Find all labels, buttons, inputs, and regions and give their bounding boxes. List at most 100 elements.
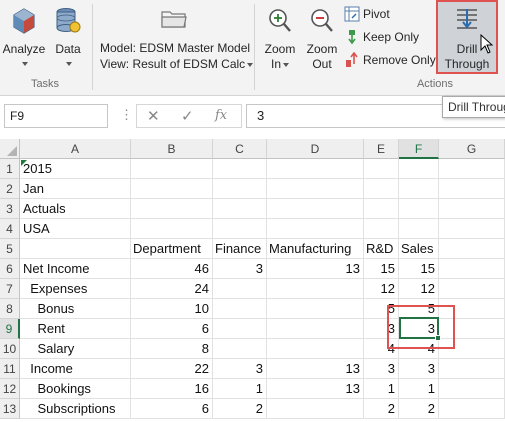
analyze-button[interactable]: Analyze [2, 4, 46, 72]
cell-a11[interactable]: Income [20, 359, 131, 379]
cell-e4[interactable] [364, 219, 399, 239]
cell-f12[interactable]: 1 [399, 379, 439, 399]
cell-a7[interactable]: Expenses [20, 279, 131, 299]
cell-c9[interactable] [213, 319, 267, 339]
cell-e2[interactable] [364, 179, 399, 199]
column-header-e[interactable]: E [364, 139, 399, 159]
cell-e5[interactable]: R&D [364, 239, 399, 259]
cell-g5[interactable] [439, 239, 505, 259]
keep-only-button[interactable]: Keep Only [344, 30, 419, 48]
cancel-icon[interactable]: ✕ [147, 107, 160, 125]
row-header-7[interactable]: 7 [0, 279, 20, 299]
cell-a6[interactable]: Net Income [20, 259, 131, 279]
cell-b3[interactable] [131, 199, 213, 219]
row-header-8[interactable]: 8 [0, 299, 20, 319]
cell-b6[interactable]: 46 [131, 259, 213, 279]
cell-g12[interactable] [439, 379, 505, 399]
cell-a2[interactable]: Jan [20, 179, 131, 199]
cell-b11[interactable]: 22 [131, 359, 213, 379]
cell-c11[interactable]: 3 [213, 359, 267, 379]
cell-g11[interactable] [439, 359, 505, 379]
select-all-corner[interactable] [0, 139, 20, 159]
cell-b1[interactable] [131, 159, 213, 179]
cell-g6[interactable] [439, 259, 505, 279]
cell-f1[interactable] [399, 159, 439, 179]
column-header-d[interactable]: D [267, 139, 364, 159]
cell-g2[interactable] [439, 179, 505, 199]
cell-b12[interactable]: 16 [131, 379, 213, 399]
cell-f4[interactable] [399, 219, 439, 239]
cell-a5[interactable] [20, 239, 131, 259]
cell-a4[interactable]: USA [20, 219, 131, 239]
cell-f2[interactable] [399, 179, 439, 199]
column-header-f[interactable]: F [399, 139, 439, 159]
cell-e3[interactable] [364, 199, 399, 219]
view-selector[interactable]: View: Result of EDSM Calc [100, 57, 254, 71]
cell-f5[interactable]: Sales [399, 239, 439, 259]
zoom-in-button[interactable]: Zoom In [260, 4, 300, 74]
cell-d11[interactable]: 13 [267, 359, 364, 379]
cell-e11[interactable]: 3 [364, 359, 399, 379]
cell-b2[interactable] [131, 179, 213, 199]
cell-d13[interactable] [267, 399, 364, 419]
cell-c10[interactable] [213, 339, 267, 359]
remove-only-button[interactable]: Remove Only [344, 51, 436, 71]
fill-handle[interactable] [435, 335, 441, 341]
cell-c12[interactable]: 1 [213, 379, 267, 399]
cell-d3[interactable] [267, 199, 364, 219]
row-header-11[interactable]: 11 [0, 359, 20, 379]
cell-b4[interactable] [131, 219, 213, 239]
pivot-button[interactable]: Pivot [344, 6, 390, 25]
cell-c7[interactable] [213, 279, 267, 299]
cell-g1[interactable] [439, 159, 505, 179]
row-header-6[interactable]: 6 [0, 259, 20, 279]
cell-e12[interactable]: 1 [364, 379, 399, 399]
cell-f6[interactable]: 15 [399, 259, 439, 279]
cell-e13[interactable]: 2 [364, 399, 399, 419]
cell-c2[interactable] [213, 179, 267, 199]
row-header-2[interactable]: 2 [0, 179, 20, 199]
cell-c6[interactable]: 3 [213, 259, 267, 279]
cell-g4[interactable] [439, 219, 505, 239]
row-header-1[interactable]: 1 [0, 159, 20, 179]
cell-f11[interactable]: 3 [399, 359, 439, 379]
cell-d7[interactable] [267, 279, 364, 299]
row-header-5[interactable]: 5 [0, 239, 20, 259]
cell-c5[interactable]: Finance [213, 239, 267, 259]
cell-d2[interactable] [267, 179, 364, 199]
row-header-3[interactable]: 3 [0, 199, 20, 219]
cell-c8[interactable] [213, 299, 267, 319]
row-header-12[interactable]: 12 [0, 379, 20, 399]
column-header-b[interactable]: B [131, 139, 213, 159]
zoom-out-button[interactable]: Zoom Out [302, 4, 342, 74]
row-header-10[interactable]: 10 [0, 339, 20, 359]
cell-b9[interactable]: 6 [131, 319, 213, 339]
cell-d8[interactable] [267, 299, 364, 319]
cell-e7[interactable]: 12 [364, 279, 399, 299]
cell-c1[interactable] [213, 159, 267, 179]
fx-icon[interactable]: fx [215, 108, 227, 123]
cell-c3[interactable] [213, 199, 267, 219]
cell-b7[interactable]: 24 [131, 279, 213, 299]
cell-d1[interactable] [267, 159, 364, 179]
row-header-13[interactable]: 13 [0, 399, 20, 419]
cell-b5[interactable]: Department [131, 239, 213, 259]
cell-a10[interactable]: Salary [20, 339, 131, 359]
column-header-a[interactable]: A [20, 139, 131, 159]
data-button[interactable]: Data [50, 4, 86, 72]
confirm-icon[interactable]: ✓ [181, 107, 194, 125]
cell-a3[interactable]: Actuals [20, 199, 131, 219]
cell-e1[interactable] [364, 159, 399, 179]
cell-g13[interactable] [439, 399, 505, 419]
cell-d6[interactable]: 13 [267, 259, 364, 279]
cell-a1[interactable]: 2015 [20, 159, 131, 179]
column-header-c[interactable]: C [213, 139, 267, 159]
cell-c13[interactable]: 2 [213, 399, 267, 419]
name-box[interactable]: F9 [4, 104, 108, 128]
cell-b13[interactable]: 6 [131, 399, 213, 419]
column-header-g[interactable]: G [439, 139, 505, 159]
cell-f7[interactable]: 12 [399, 279, 439, 299]
row-header-9[interactable]: 9 [0, 319, 20, 339]
cell-a8[interactable]: Bonus [20, 299, 131, 319]
cell-f3[interactable] [399, 199, 439, 219]
